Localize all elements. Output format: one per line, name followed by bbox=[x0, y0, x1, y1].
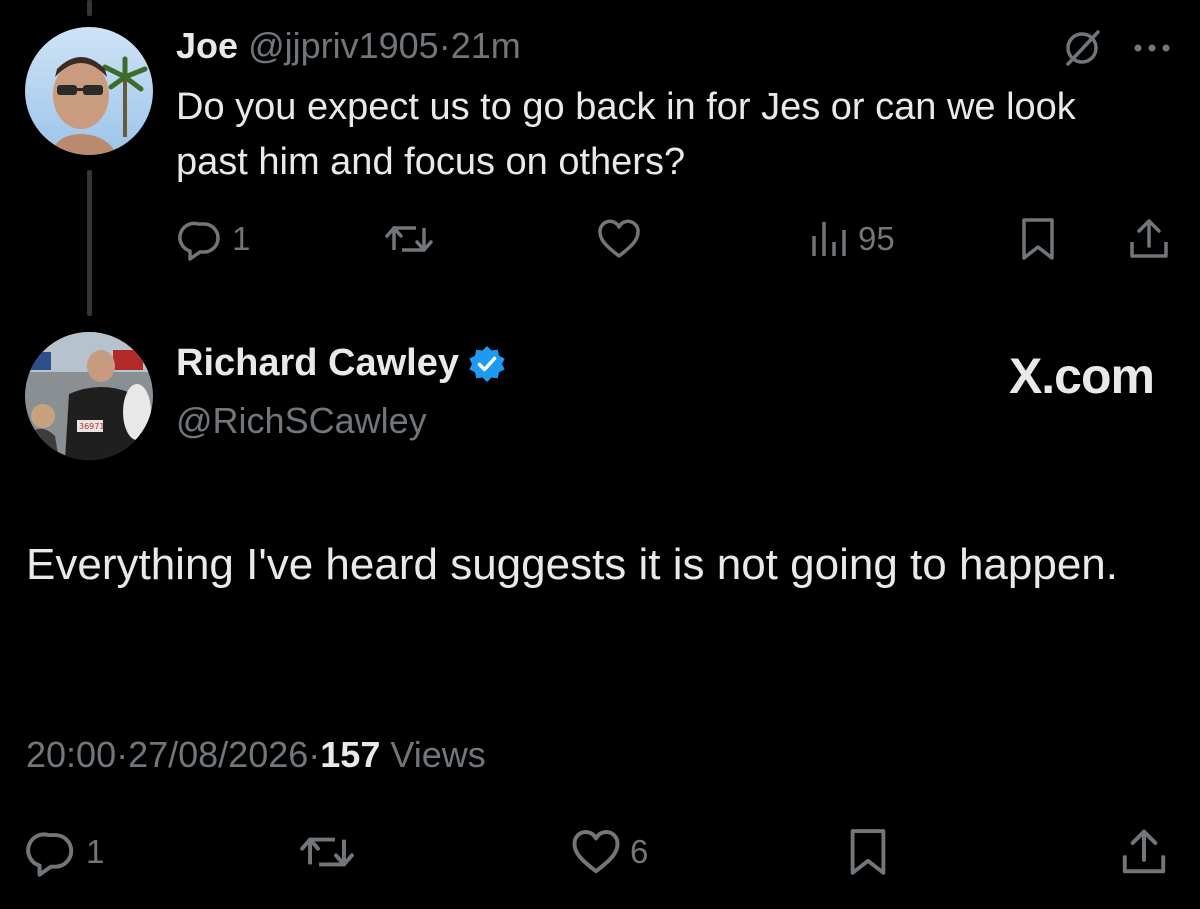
separator-dot: · bbox=[438, 25, 451, 66]
tweet-timestamp[interactable]: 21m bbox=[451, 25, 521, 66]
more-options-button[interactable] bbox=[1130, 24, 1174, 72]
avatar[interactable]: 36971 bbox=[25, 332, 153, 460]
bookmark-icon bbox=[850, 829, 886, 875]
views-label[interactable]: Views bbox=[390, 734, 485, 775]
like-button[interactable] bbox=[596, 216, 642, 262]
more-options-icon bbox=[1134, 44, 1170, 52]
repost-icon bbox=[385, 226, 433, 252]
repost-button[interactable] bbox=[298, 826, 356, 878]
main-tweet-text: Everything I've heard suggests it is not… bbox=[26, 540, 1118, 589]
reply-button[interactable]: 1 bbox=[26, 826, 104, 878]
bookmark-button[interactable] bbox=[846, 826, 890, 878]
grok-icon bbox=[1066, 30, 1100, 66]
separator-dot: · bbox=[116, 734, 129, 775]
main-tweet-actions: 1 6 bbox=[0, 822, 1200, 882]
author-name[interactable]: Joe bbox=[176, 25, 238, 66]
views-button[interactable]: 95 bbox=[808, 216, 895, 262]
svg-text:36971: 36971 bbox=[79, 422, 104, 431]
views-icon bbox=[812, 222, 846, 256]
bookmark-button[interactable] bbox=[1018, 216, 1058, 262]
share-button[interactable] bbox=[1128, 216, 1170, 262]
main-tweet-author: Richard Cawley bbox=[176, 342, 507, 385]
grok-button[interactable] bbox=[1060, 24, 1104, 72]
parent-tweet-header: Joe @jjpriv1905·21m bbox=[176, 22, 521, 70]
tweet-metadata: 20:00·27/08/2026·157 Views bbox=[26, 734, 486, 776]
verified-badge-icon[interactable] bbox=[467, 344, 507, 384]
parent-tweet-actions: 1 95 bbox=[0, 210, 1200, 266]
parent-tweet-text: Do you expect us to go back in for Jes o… bbox=[176, 86, 1076, 183]
share-button[interactable] bbox=[1120, 826, 1168, 878]
separator-dot: · bbox=[308, 734, 321, 775]
like-button[interactable]: 6 bbox=[570, 826, 648, 878]
author-handle[interactable]: @RichSCawley bbox=[176, 400, 427, 442]
author-name[interactable]: Richard Cawley bbox=[176, 342, 459, 385]
thread-line-top bbox=[87, 0, 92, 16]
bookmark-icon bbox=[1022, 218, 1054, 260]
views-count[interactable]: 157 bbox=[320, 734, 380, 775]
x-com-brand: X.com bbox=[1008, 348, 1155, 404]
reply-icon bbox=[178, 221, 220, 261]
reply-icon bbox=[26, 832, 74, 877]
avatar[interactable] bbox=[25, 27, 153, 155]
reply-count: 1 bbox=[232, 220, 251, 257]
reply-count: 1 bbox=[86, 833, 105, 870]
tweet-time[interactable]: 20:00 bbox=[26, 734, 116, 775]
author-handle[interactable]: @jjpriv1905 bbox=[248, 25, 439, 66]
tweet-date[interactable]: 27/08/2026 bbox=[128, 734, 308, 775]
repost-button[interactable] bbox=[384, 216, 434, 262]
reply-button[interactable]: 1 bbox=[178, 216, 250, 262]
views-count: 95 bbox=[858, 220, 895, 257]
share-icon bbox=[1130, 219, 1168, 258]
like-icon bbox=[598, 219, 640, 258]
like-icon bbox=[572, 830, 620, 874]
like-count: 6 bbox=[630, 833, 649, 870]
share-icon bbox=[1122, 829, 1166, 874]
repost-icon bbox=[300, 837, 354, 867]
